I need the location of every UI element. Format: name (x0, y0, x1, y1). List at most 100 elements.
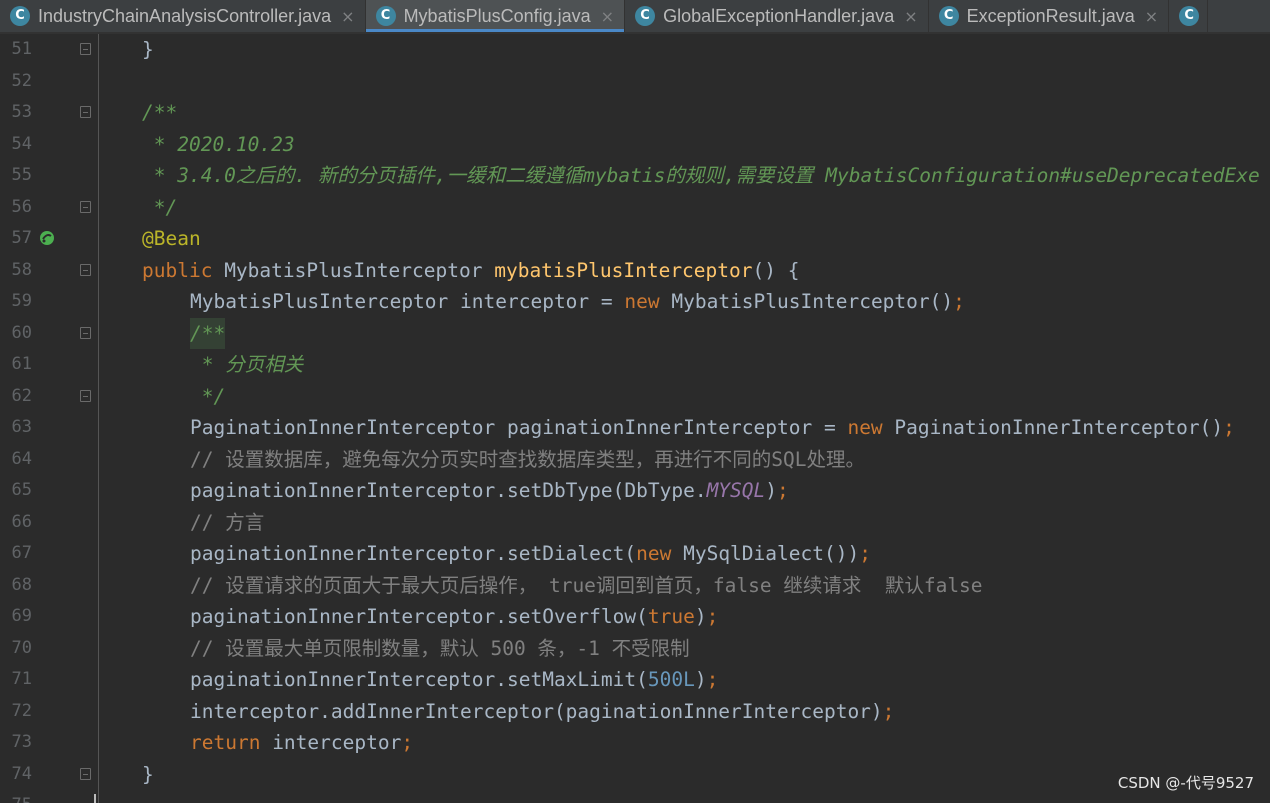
semicolon: ; (777, 479, 789, 502)
code-line[interactable]: 73 return interceptor; (0, 727, 1270, 759)
code-line[interactable]: 62 */ (0, 381, 1270, 413)
code-line[interactable]: 66 // 方言 (0, 507, 1270, 539)
tab-label: IndustryChainAnalysisController.java (38, 5, 332, 26)
code-line[interactable]: 64 // 设置数据库，避免每次分页实时查找数据库类型，再进行不同的SQL处理。 (0, 444, 1270, 476)
tab-overflow[interactable]: C (1169, 0, 1209, 32)
close-icon[interactable]: × (341, 7, 354, 26)
code-segment: paginationInnerInterceptor.setDialect( (190, 542, 637, 565)
number-literal: 500L (647, 668, 695, 691)
tab-exception-result[interactable]: C ExceptionResult.java × (929, 0, 1170, 32)
line-number: 66 (11, 511, 32, 532)
code-segment: MybatisPlusInterceptor() (659, 290, 954, 313)
fold-icon[interactable] (80, 43, 91, 55)
line-number: 64 (11, 448, 32, 469)
code-line[interactable]: 52 (0, 66, 1270, 98)
code-text: // 设置请求的页面大于最大页后操作， true调回到首页，false 继续请求… (190, 573, 983, 597)
code-segment: interceptor (260, 731, 402, 754)
code-text: */ (142, 195, 178, 219)
line-number: 60 (11, 322, 32, 343)
code-line[interactable]: 63 PaginationInnerInterceptor pagination… (0, 412, 1270, 444)
line-number: 58 (11, 259, 32, 280)
code-segment: paginationInnerInterceptor.setDbType(DbT… (190, 479, 707, 502)
tab-industry-chain-analysis-controller[interactable]: C IndustryChainAnalysisController.java × (0, 0, 366, 32)
code-text: * 2020.10.23 (142, 132, 295, 156)
line-number: 67 (11, 543, 32, 563)
line-number: 51 (11, 39, 32, 59)
code-line[interactable]: 61 * 分页相关 (0, 349, 1270, 381)
code-line[interactable]: 74 } (0, 759, 1270, 791)
fold-icon[interactable] (80, 326, 91, 339)
line-number: 55 (11, 165, 32, 185)
line-number: 70 (11, 637, 32, 658)
code-line[interactable]: 58 public MybatisPlusInterceptor mybatis… (0, 255, 1270, 287)
code-text: PaginationInnerInterceptor paginationInn… (190, 412, 1235, 443)
keyword: public (142, 258, 213, 282)
constant: MYSQL (706, 479, 766, 502)
line-number: 59 (11, 291, 32, 311)
semicolon: ; (706, 605, 719, 628)
code-segment: paginationInnerInterceptor.setMaxLimit( (190, 668, 648, 691)
line-number: 69 (11, 606, 32, 626)
tab-mybatis-plus-config[interactable]: C MybatisPlusConfig.java × (365, 0, 626, 32)
java-class-icon: C (10, 6, 30, 26)
fold-icon[interactable] (80, 106, 91, 118)
line-number: 54 (11, 133, 32, 154)
line-number: 56 (11, 196, 32, 217)
semicolon: ; (859, 542, 871, 565)
keyword: new (636, 542, 672, 565)
code-text: MybatisPlusInterceptor interceptor = new… (190, 286, 965, 317)
code-line[interactable]: 65 paginationInnerInterceptor.setDbType(… (0, 475, 1270, 507)
code-line[interactable]: 57 @Bean (0, 223, 1270, 255)
code-text: paginationInnerInterceptor.setMaxLimit(5… (190, 664, 718, 695)
code-line[interactable]: 67 paginationInnerInterceptor.setDialect… (0, 538, 1270, 570)
close-icon[interactable]: × (601, 7, 614, 26)
line-number: 65 (11, 480, 32, 500)
code-line[interactable]: 59 MybatisPlusInterceptor interceptor = … (0, 286, 1270, 318)
java-class-icon: C (635, 6, 656, 26)
semicolon: ; (401, 731, 414, 754)
fold-icon[interactable] (80, 767, 91, 780)
code-line[interactable]: 54 * 2020.10.23 (0, 129, 1270, 161)
tab-label: GlobalExceptionHandler.java (663, 5, 895, 26)
code-segment: PaginationInnerInterceptor paginationInn… (190, 416, 848, 439)
fold-icon[interactable] (80, 200, 91, 213)
text-cursor (94, 794, 96, 803)
tab-global-exception-handler[interactable]: C GlobalExceptionHandler.java × (625, 0, 929, 32)
code-editor[interactable]: 51 } 52 53 /** 54 * 2020.10.23 55 * 3.4.… (0, 34, 1270, 803)
code-line[interactable]: 75 (0, 790, 1270, 803)
code-line[interactable]: 68 // 设置请求的页面大于最大页后操作， true调回到首页，false 继… (0, 570, 1270, 602)
code-line[interactable]: 53 /** (0, 97, 1270, 129)
fold-icon[interactable] (80, 263, 91, 276)
code-text: return interceptor; (190, 727, 413, 758)
code-line[interactable]: 69 paginationInnerInterceptor.setOverflo… (0, 601, 1270, 633)
code-segment: MySqlDialect()) (671, 542, 860, 565)
code-line[interactable]: 71 paginationInnerInterceptor.setMaxLimi… (0, 664, 1270, 696)
code-line[interactable]: 51 } (0, 34, 1270, 66)
punctuation: () { (752, 258, 800, 282)
code-segment: ) (694, 668, 707, 691)
semicolon: ; (953, 290, 965, 313)
semicolon: ; (882, 699, 895, 723)
line-number: 52 (11, 70, 32, 91)
code-line[interactable]: 56 */ (0, 192, 1270, 224)
code-line[interactable]: 72 interceptor.addInnerInterceptor(pagin… (0, 696, 1270, 728)
code-text: paginationInnerInterceptor.setDbType(DbT… (190, 475, 789, 506)
keyword: return (190, 731, 261, 754)
code-segment: PaginationInnerInterceptor() (882, 416, 1224, 439)
code-text: * 分页相关 (190, 353, 304, 376)
close-icon[interactable]: × (904, 7, 917, 26)
line-number: 73 (11, 732, 32, 752)
line-number: 71 (11, 669, 32, 689)
code-text: public MybatisPlusInterceptor mybatisPlu… (142, 255, 799, 286)
code-line[interactable]: 55 * 3.4.0之后的. 新的分页插件,一缓和二缓遵循mybatis的规则,… (0, 160, 1270, 192)
spring-bean-icon[interactable] (38, 230, 56, 246)
semicolon: ; (706, 668, 719, 691)
method-name: mybatisPlusInterceptor (494, 258, 753, 282)
fold-icon[interactable] (80, 389, 91, 402)
editor-tab-bar: C IndustryChainAnalysisController.java ×… (0, 0, 1270, 34)
keyword: new (847, 416, 883, 439)
code-segment: interceptor.addInnerInterceptor(paginati… (190, 699, 883, 723)
code-line[interactable]: 60 /** (0, 317, 1270, 350)
code-line[interactable]: 70 // 设置最大单页限制数量，默认 500 条，-1 不受限制 (0, 633, 1270, 665)
close-icon[interactable]: × (1145, 7, 1158, 26)
